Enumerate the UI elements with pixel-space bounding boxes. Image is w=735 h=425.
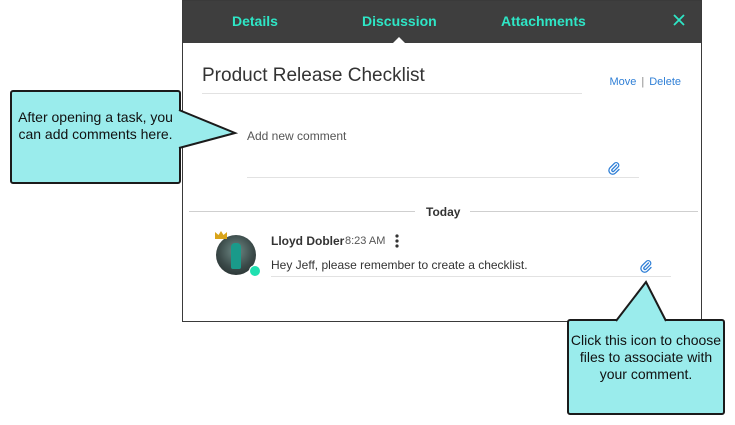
tab-details[interactable]: Details <box>232 13 278 29</box>
tab-bar: Details Discussion Attachments <box>183 1 701 43</box>
move-link[interactable]: Move <box>609 76 636 88</box>
date-divider-label: Today <box>426 205 461 219</box>
callout-add-comment: After opening a task, you can add commen… <box>10 90 181 184</box>
close-icon[interactable] <box>671 12 687 28</box>
task-title[interactable]: Product Release Checklist <box>202 65 582 94</box>
task-panel: Details Discussion Attachments Product R… <box>182 0 702 322</box>
active-tab-indicator <box>393 37 405 43</box>
kebab-icon[interactable] <box>395 234 399 248</box>
divider-line-left <box>189 211 415 212</box>
paperclip-icon[interactable] <box>607 161 621 175</box>
new-comment-placeholder: Add new comment <box>247 129 347 143</box>
comment-text: Hey Jeff, please remember to create a ch… <box>271 258 528 272</box>
task-actions: Move | Delete <box>609 76 681 88</box>
avatar-figure <box>231 243 241 269</box>
comment-paperclip-icon[interactable] <box>639 259 653 273</box>
crown-icon <box>215 231 227 239</box>
action-separator: | <box>641 76 645 88</box>
tab-discussion[interactable]: Discussion <box>362 13 437 29</box>
comment-timestamp: 8:23 AM <box>345 235 386 247</box>
divider-line-right <box>470 211 698 212</box>
new-comment-input[interactable]: Add new comment <box>247 127 639 178</box>
comment-underline <box>271 276 671 277</box>
callout-attach-files: Click this icon to choose files to assoc… <box>567 319 725 415</box>
tab-attachments[interactable]: Attachments <box>501 13 586 29</box>
comment-author[interactable]: Lloyd Dobler <box>271 234 344 248</box>
online-status-dot <box>249 265 261 277</box>
delete-link[interactable]: Delete <box>649 76 681 88</box>
